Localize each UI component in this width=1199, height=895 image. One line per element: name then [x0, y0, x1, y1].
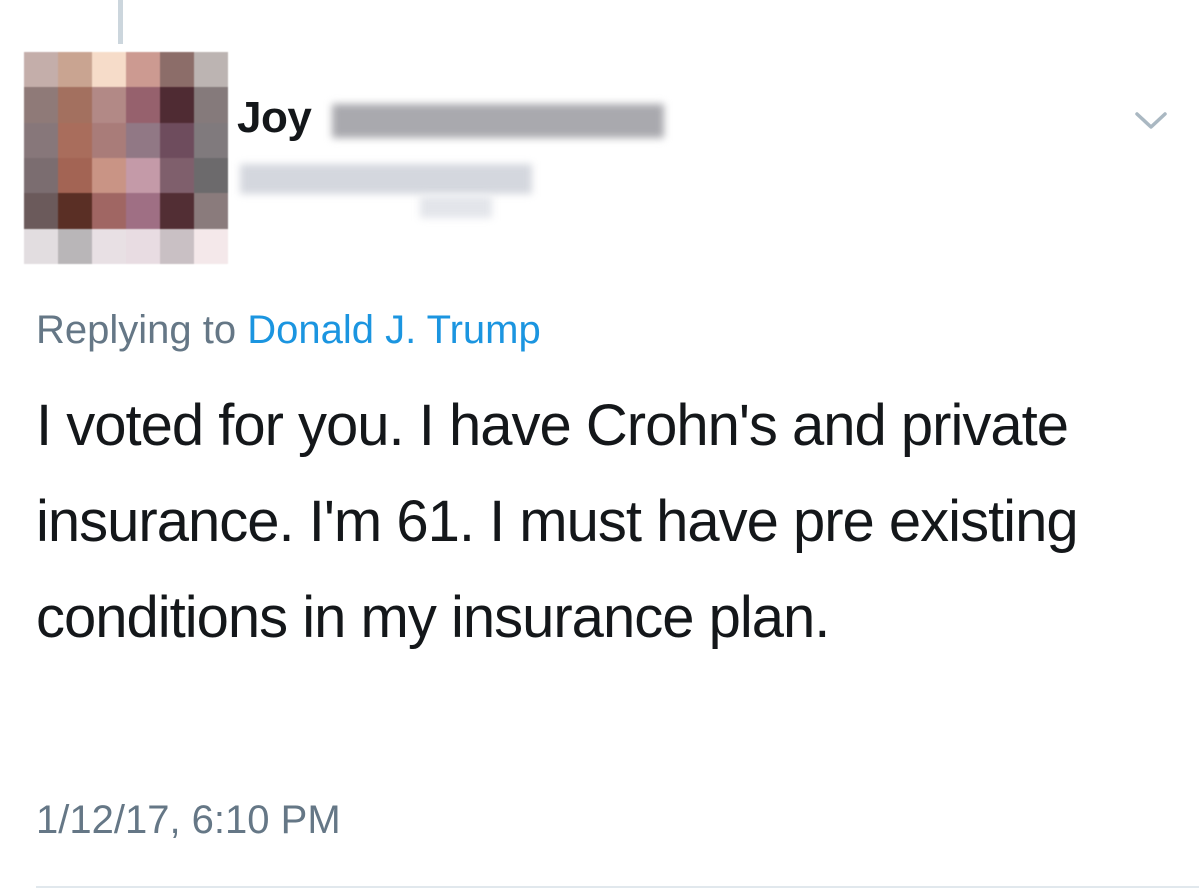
tweet-text: I voted for you. I have Crohn's and priv… [36, 393, 1079, 650]
divider [36, 886, 1199, 888]
redacted-handle-blur [240, 164, 532, 194]
thread-connector-line [118, 0, 123, 44]
replying-to-line: Replying to Donald J. Trump [36, 306, 541, 354]
display-name[interactable]: Joy [237, 96, 312, 140]
reply-to-user-link[interactable]: Donald J. Trump [247, 308, 540, 352]
tweet-timestamp[interactable]: 1/12/17, 6:10 PM [36, 796, 341, 844]
replying-to-label: Replying to [36, 308, 237, 352]
redacted-handle-blur-tail [420, 196, 492, 218]
redacted-name-blur [332, 104, 664, 138]
avatar[interactable] [24, 52, 228, 264]
chevron-down-icon[interactable] [1134, 108, 1168, 132]
